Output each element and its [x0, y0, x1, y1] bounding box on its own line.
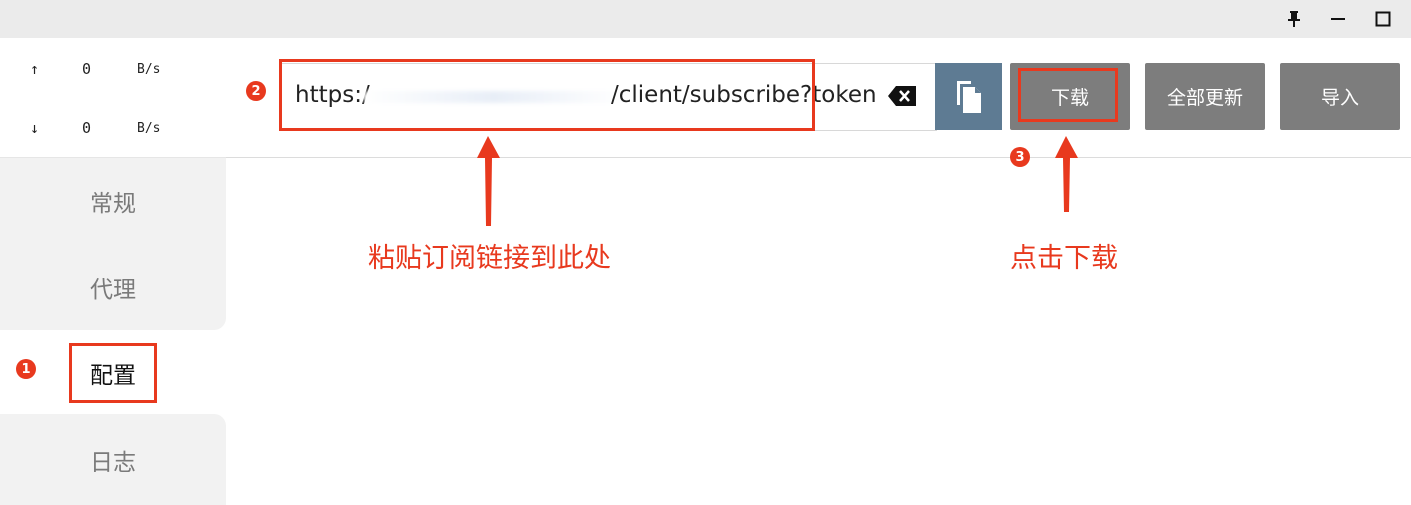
arrow-to-download [1055, 136, 1078, 212]
download-hint-text: 点击下载 [1010, 243, 1118, 274]
annotation-arrows [477, 136, 1078, 226]
arrow-to-url [477, 136, 500, 226]
paste-hint-text: 粘贴订阅链接到此处 [368, 243, 611, 274]
